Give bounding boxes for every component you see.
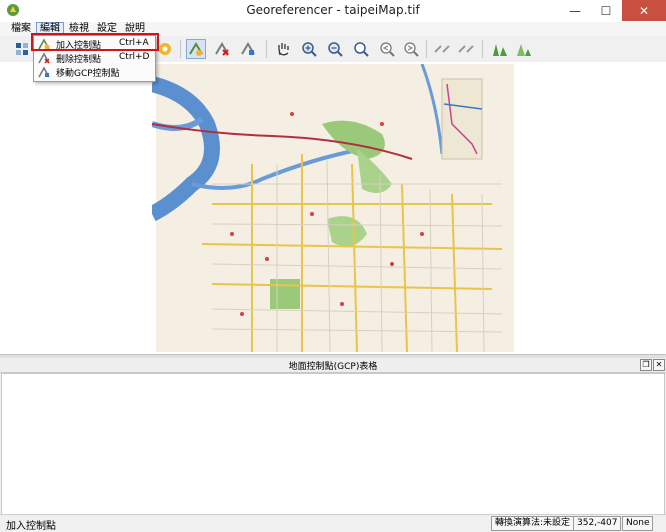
delete-point-icon: [38, 52, 50, 64]
delete-point-shortcut: Ctrl+D: [119, 52, 150, 62]
toolbar-separator: [482, 40, 483, 58]
zoom-out-icon: [328, 42, 343, 57]
zoom-last-icon: [380, 42, 395, 57]
status-bar: 加入控制點 轉換演算法:未設定 352,-407 None: [0, 514, 666, 532]
add-point-button[interactable]: [186, 39, 206, 59]
transform-status[interactable]: 轉換演算法:未設定: [491, 516, 575, 531]
pan-icon: [278, 43, 289, 56]
histogram-stretch-icon: [493, 44, 507, 56]
link-qgis-icon: [458, 45, 474, 53]
link-qgis-button[interactable]: [456, 39, 476, 59]
zoom-next-button[interactable]: [401, 39, 421, 59]
histogram-full-icon: [517, 44, 531, 56]
pan-button[interactable]: [273, 39, 293, 59]
histogram-full-button[interactable]: [514, 39, 534, 59]
zoom-layer-icon: [354, 42, 369, 57]
title-bar: Georeferencer - taipeiMap.tif — ☐ ✕: [0, 0, 666, 23]
zoom-last-button[interactable]: [377, 39, 397, 59]
taipei-map-raster[interactable]: [152, 64, 514, 352]
move-point-icon: [38, 66, 50, 78]
gcp-panel-header: 地面控制點(GCP)表格 ❐ ✕: [0, 358, 666, 373]
zoom-next-icon: [404, 42, 419, 57]
zoom-layer-button[interactable]: [351, 39, 371, 59]
coordinates-display: 352,-407: [573, 516, 622, 531]
link-georef-button[interactable]: [432, 39, 452, 59]
menu-item-delete-point[interactable]: 刪除控制點 Ctrl+D: [34, 51, 155, 65]
maximize-button[interactable]: ☐: [591, 0, 621, 21]
map-image: [152, 64, 514, 352]
close-button[interactable]: ✕: [622, 0, 666, 21]
delete-point-icon: [215, 42, 229, 56]
move-point-button[interactable]: [238, 39, 258, 59]
gcp-table[interactable]: [1, 373, 665, 515]
move-point-icon: [241, 42, 255, 55]
float-panel-icon[interactable]: ❐: [640, 359, 652, 371]
minimize-button[interactable]: —: [560, 0, 590, 21]
open-raster-icon: [16, 43, 28, 55]
delete-point-button[interactable]: [212, 39, 232, 59]
add-point-icon: [189, 42, 203, 56]
delete-point-label: 刪除控制點: [56, 55, 102, 65]
gcp-panel-title: 地面控制點(GCP)表格: [288, 362, 378, 372]
move-point-label: 移動GCP控制點: [56, 69, 120, 79]
histogram-stretch-button[interactable]: [490, 39, 510, 59]
selection-highlight-outline: [31, 33, 159, 51]
toolbar-separator: [180, 40, 181, 58]
toolbar-separator: [426, 40, 427, 58]
link-georef-icon: [434, 45, 450, 53]
settings-icon: [159, 43, 171, 55]
zoom-in-button[interactable]: [299, 39, 319, 59]
zoom-out-button[interactable]: [325, 39, 345, 59]
toolbar-separator: [266, 40, 267, 58]
map-canvas[interactable]: [0, 62, 666, 354]
open-raster-button[interactable]: [12, 39, 32, 59]
close-panel-icon[interactable]: ✕: [653, 359, 665, 371]
menu-item-move-point[interactable]: 移動GCP控制點: [34, 65, 155, 79]
crs-display[interactable]: None: [622, 516, 654, 531]
zoom-in-icon: [302, 42, 317, 57]
